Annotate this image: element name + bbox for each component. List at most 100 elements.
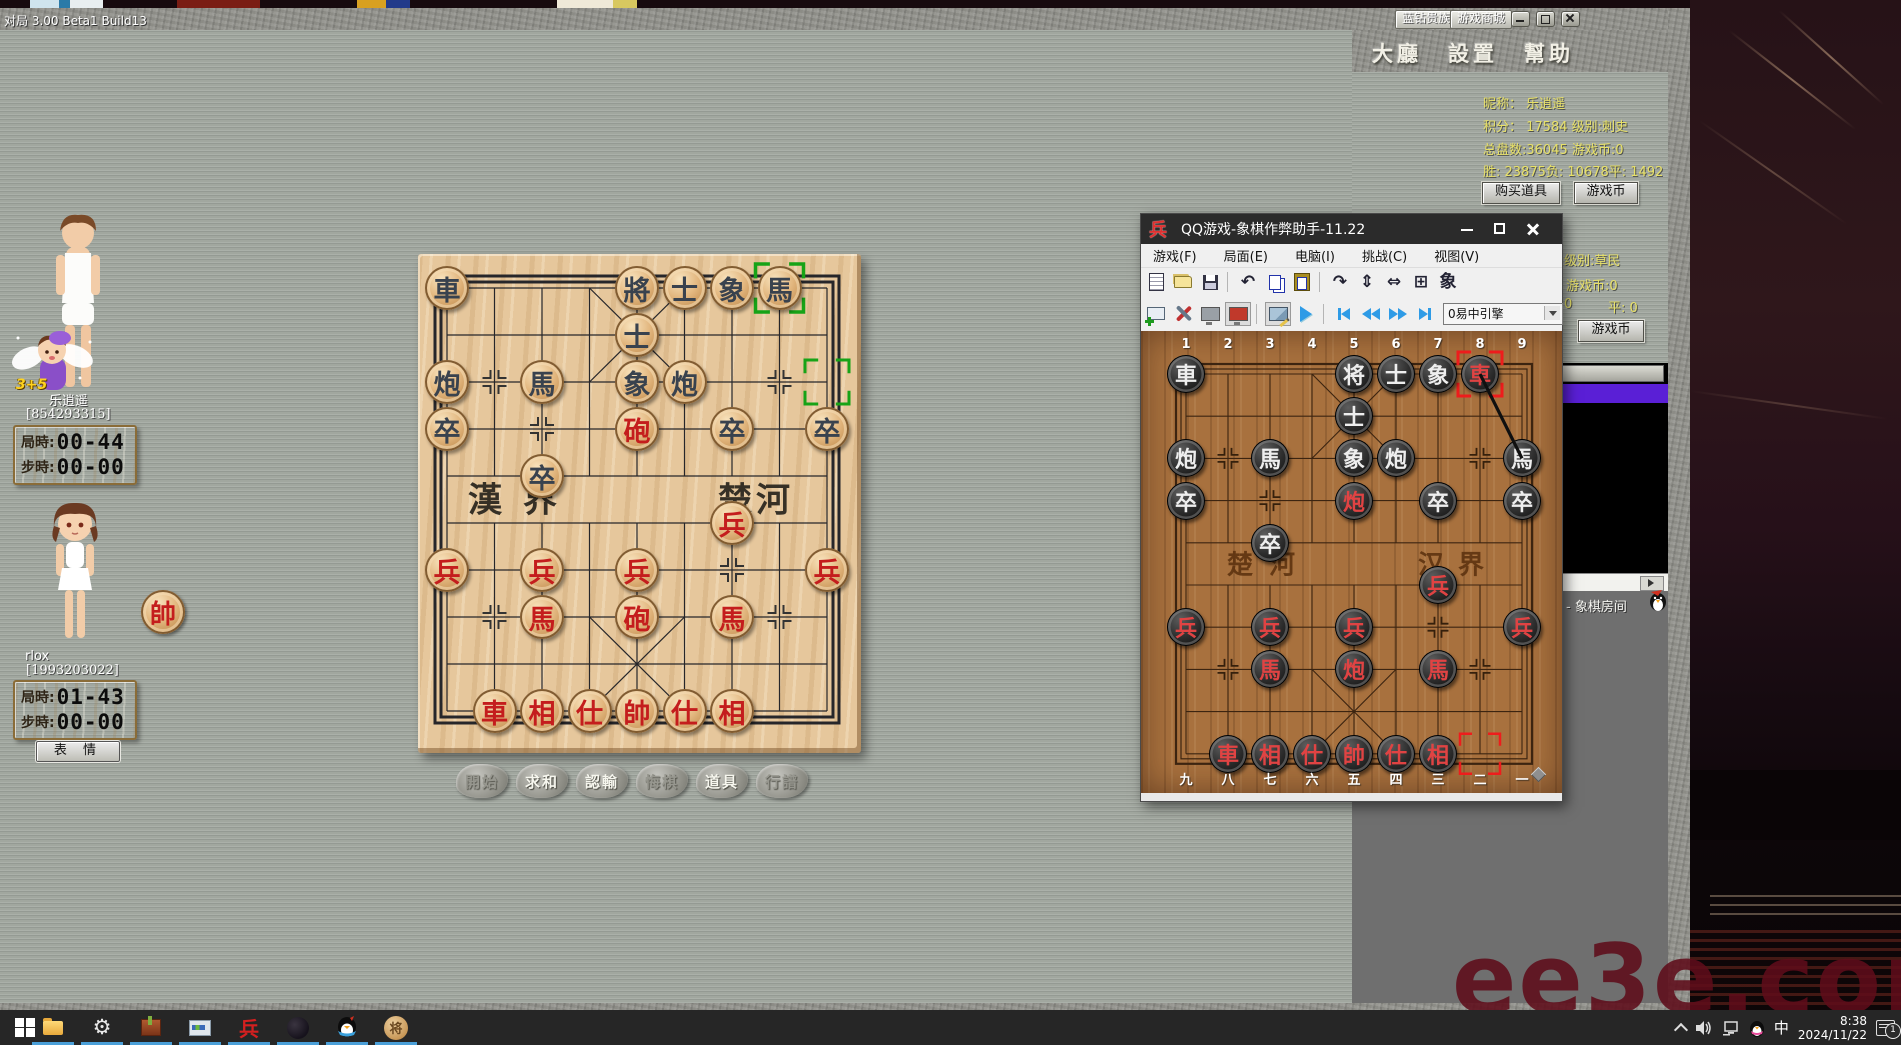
helper-board-piece[interactable]: 炮 bbox=[1335, 482, 1373, 520]
helper-minimize-button[interactable] bbox=[1456, 220, 1478, 238]
helper-menu-4[interactable]: 视图(V) bbox=[1434, 246, 1479, 265]
fliph-icon[interactable]: ⇔ bbox=[1382, 271, 1406, 293]
main-board-piece[interactable]: 卒 bbox=[520, 454, 564, 498]
opp-coins-button[interactable]: 游戏币 bbox=[1578, 320, 1644, 342]
action-button-2[interactable]: 認輸 bbox=[576, 764, 628, 798]
helper-board-piece[interactable]: 卒 bbox=[1419, 482, 1457, 520]
helper-titlebar[interactable]: 兵 QQ游戏-象棋作弊助手-11.22 bbox=[1141, 214, 1562, 244]
emotion-button[interactable]: 表 情 bbox=[36, 741, 120, 762]
main-board-piece[interactable]: 相 bbox=[520, 689, 564, 733]
taskbar-item-folder[interactable] bbox=[30, 1010, 76, 1045]
monitor-off-button[interactable] bbox=[1198, 303, 1222, 325]
main-board-piece[interactable]: 車 bbox=[425, 266, 469, 310]
action-button-1[interactable]: 求和 bbox=[516, 764, 568, 798]
main-board-piece[interactable]: 馬 bbox=[758, 266, 802, 310]
sidebar-menu-item-0[interactable]: 大廳 bbox=[1372, 38, 1422, 68]
main-board-piece[interactable]: 卒 bbox=[710, 407, 754, 451]
helper-board-piece[interactable]: 兵 bbox=[1167, 608, 1205, 646]
helper-menu-3[interactable]: 挑战(C) bbox=[1362, 246, 1407, 265]
new-window-button[interactable] bbox=[1144, 303, 1168, 325]
vip-button[interactable]: 蓝钻贵族 bbox=[1395, 10, 1457, 29]
main-board-piece[interactable]: 兵 bbox=[615, 548, 659, 592]
buy-items-button[interactable]: 购买道具 bbox=[1482, 182, 1560, 204]
network-icon[interactable] bbox=[1722, 1020, 1740, 1036]
helper-close-button[interactable] bbox=[1522, 220, 1544, 238]
taskbar-item-dark[interactable] bbox=[275, 1010, 321, 1045]
dropdown-arrow-button[interactable] bbox=[1544, 306, 1560, 320]
taskbar-item-gear[interactable]: ⚙ bbox=[79, 1010, 125, 1045]
helper-board-piece[interactable]: 仕 bbox=[1377, 735, 1415, 773]
clock[interactable]: 8:38 2024/11/22 bbox=[1798, 1014, 1867, 1042]
tray-expand-icon[interactable] bbox=[1674, 1022, 1688, 1036]
helper-board-piece[interactable]: 将 bbox=[1335, 355, 1373, 393]
helper-board-piece[interactable]: 仕 bbox=[1293, 735, 1331, 773]
action-button-4[interactable]: 道具 bbox=[696, 764, 748, 798]
save-icon[interactable] bbox=[1198, 271, 1222, 293]
main-board-piece[interactable]: 兵 bbox=[710, 501, 754, 545]
helper-board-piece[interactable]: 象 bbox=[1419, 355, 1457, 393]
taskbar-item-chess[interactable]: 将 bbox=[373, 1010, 419, 1045]
tools-button[interactable] bbox=[1171, 303, 1195, 325]
main-board-piece[interactable]: 卒 bbox=[425, 407, 469, 451]
go-last-button[interactable] bbox=[1413, 303, 1437, 325]
notification-icon[interactable]: 1 bbox=[1876, 1020, 1895, 1036]
helper-chess-board[interactable]: 楚河汉界 車将士象車士炮馬象炮馬卒卒卒卒炮兵兵兵兵兵馬炮馬車相仕帥仕相 1234… bbox=[1141, 331, 1562, 793]
main-chess-board[interactable]: 漢界楚河 車將士象馬士炮馬象炮卒卒卒卒砲兵兵兵兵兵馬砲馬車相仕帥仕相 bbox=[418, 254, 861, 753]
main-board-piece[interactable]: 兵 bbox=[425, 548, 469, 592]
helper-board-piece[interactable]: 兵 bbox=[1503, 608, 1541, 646]
main-board-piece[interactable]: 炮 bbox=[425, 360, 469, 404]
helper-board-piece[interactable]: 帥 bbox=[1335, 735, 1373, 773]
helper-maximize-button[interactable] bbox=[1489, 220, 1511, 238]
helper-board-piece[interactable]: 卒 bbox=[1503, 482, 1541, 520]
close-button[interactable] bbox=[1561, 11, 1580, 27]
helper-board-piece[interactable]: 車 bbox=[1167, 355, 1205, 393]
main-board-piece[interactable]: 象 bbox=[710, 266, 754, 310]
helper-menu-1[interactable]: 局面(E) bbox=[1224, 246, 1268, 265]
main-board-piece[interactable]: 馬 bbox=[520, 595, 564, 639]
go-prev-button[interactable] bbox=[1359, 303, 1383, 325]
main-board-piece[interactable]: 馬 bbox=[710, 595, 754, 639]
main-board-piece[interactable]: 炮 bbox=[663, 360, 707, 404]
minimize-button[interactable] bbox=[1511, 11, 1530, 27]
taskbar-item-qq[interactable] bbox=[324, 1010, 370, 1045]
helper-board-piece[interactable]: 兵 bbox=[1251, 608, 1289, 646]
helper-board-piece[interactable]: 兵 bbox=[1419, 566, 1457, 604]
main-board-piece[interactable]: 砲 bbox=[615, 595, 659, 639]
main-board-piece[interactable]: 將 bbox=[615, 266, 659, 310]
main-board-piece[interactable]: 兵 bbox=[520, 548, 564, 592]
helper-board-piece[interactable]: 相 bbox=[1419, 735, 1457, 773]
helper-board-piece[interactable]: 相 bbox=[1251, 735, 1289, 773]
main-board-piece[interactable]: 士 bbox=[663, 266, 707, 310]
helper-menu-2[interactable]: 电脑(I) bbox=[1295, 246, 1335, 265]
helper-board-piece[interactable]: 卒 bbox=[1167, 482, 1205, 520]
restore-button[interactable] bbox=[1536, 11, 1555, 27]
open-icon[interactable] bbox=[1171, 271, 1195, 293]
grid-icon[interactable]: ⊞ bbox=[1409, 271, 1433, 293]
taskbar-item-box[interactable] bbox=[128, 1010, 174, 1045]
main-board-piece[interactable]: 相 bbox=[710, 689, 754, 733]
paste-icon[interactable] bbox=[1290, 271, 1314, 293]
helper-board-piece[interactable]: 士 bbox=[1335, 397, 1373, 435]
helper-board-piece[interactable]: 車 bbox=[1209, 735, 1247, 773]
sidebar-menu-item-1[interactable]: 設置 bbox=[1448, 38, 1498, 68]
game-shop-button[interactable]: 游戏商城 bbox=[1450, 10, 1512, 29]
ime-indicator[interactable]: 中 bbox=[1774, 1017, 1789, 1038]
flipv-icon[interactable]: ⇕ bbox=[1355, 271, 1379, 293]
go-first-button[interactable] bbox=[1332, 303, 1356, 325]
doc-icon[interactable] bbox=[1144, 271, 1168, 293]
helper-board-piece[interactable]: 士 bbox=[1377, 355, 1415, 393]
main-board-piece[interactable]: 兵 bbox=[805, 548, 849, 592]
helper-menu-0[interactable]: 游戏(F) bbox=[1153, 246, 1197, 265]
helper-board-piece[interactable]: 車 bbox=[1461, 355, 1499, 393]
xiang-icon[interactable]: 象 bbox=[1436, 271, 1460, 293]
go-next-button[interactable] bbox=[1386, 303, 1410, 325]
volume-icon[interactable] bbox=[1695, 1020, 1713, 1036]
room-tree-node[interactable]: - 象棋房间 bbox=[1566, 596, 1627, 615]
capture-button[interactable] bbox=[1265, 302, 1291, 326]
main-board-piece[interactable]: 砲 bbox=[615, 407, 659, 451]
engine-select[interactable]: 0易中引擎 bbox=[1443, 303, 1563, 325]
sidebar-menu-item-2[interactable]: 幫助 bbox=[1524, 38, 1574, 68]
monitor-on-button[interactable] bbox=[1225, 302, 1251, 326]
main-board-piece[interactable]: 卒 bbox=[805, 407, 849, 451]
helper-board-piece[interactable]: 卒 bbox=[1251, 524, 1289, 562]
